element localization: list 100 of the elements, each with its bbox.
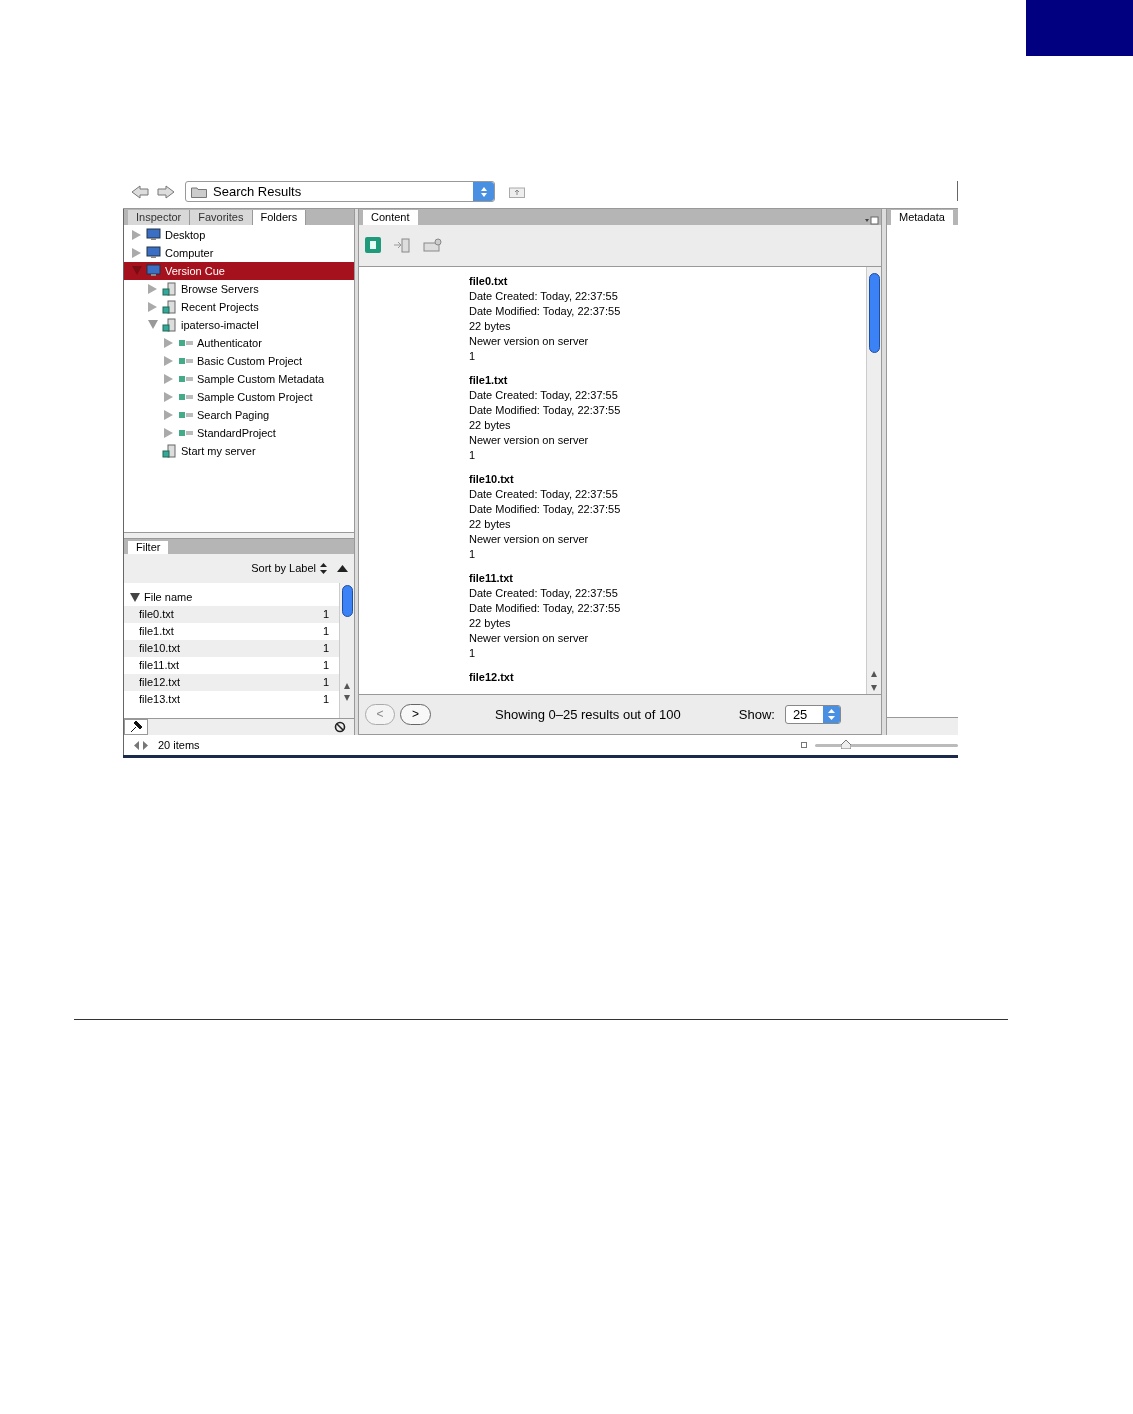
tree-item[interactable]: Browse Servers bbox=[124, 279, 354, 298]
stepper-icon bbox=[320, 562, 327, 574]
content-tab[interactable]: Content bbox=[363, 209, 418, 225]
import-icon[interactable] bbox=[393, 237, 411, 254]
tree-item[interactable]: Start my server bbox=[124, 441, 354, 460]
scroll-up-icon[interactable] bbox=[870, 670, 878, 679]
panel-tab[interactable]: Inspector bbox=[128, 209, 191, 225]
file-detail: 22 bytes bbox=[469, 516, 512, 532]
scroll-up-icon[interactable] bbox=[343, 682, 351, 690]
file-detail: 1 bbox=[469, 348, 477, 364]
panel-tab[interactable]: Favorites bbox=[190, 209, 253, 225]
scrollbar[interactable] bbox=[866, 266, 881, 695]
monitor-icon bbox=[146, 246, 161, 260]
file-detail: 1 bbox=[469, 546, 477, 562]
item-count: 1 bbox=[322, 658, 329, 674]
file-detail: 22 bytes bbox=[469, 318, 512, 334]
item-count: 1 bbox=[322, 641, 329, 657]
folder-up-icon[interactable] bbox=[509, 185, 525, 198]
tree-item[interactable]: Sample Custom Project bbox=[124, 387, 354, 406]
file-detail: Date Modified: Today, 22:37:55 bbox=[469, 303, 622, 319]
file-detail: Newer version on server bbox=[469, 531, 590, 547]
file-detail: Date Created: Today, 22:37:55 bbox=[469, 387, 619, 403]
file-detail: Date Modified: Today, 22:37:55 bbox=[469, 402, 622, 418]
item-count: 1 bbox=[322, 675, 329, 691]
splitter-handle[interactable] bbox=[124, 532, 354, 540]
file-detail: 1 bbox=[469, 447, 477, 463]
item-count: 1 bbox=[322, 624, 329, 640]
project-icon bbox=[178, 409, 194, 420]
filter-item[interactable]: file12.txt bbox=[139, 674, 323, 691]
sort-popup[interactable]: Sort by Label bbox=[251, 560, 327, 577]
tree-item[interactable]: Sample Custom Metadata bbox=[124, 369, 354, 388]
file-detail: Newer version on server bbox=[469, 630, 590, 646]
file-detail: Newer version on server bbox=[469, 333, 590, 349]
file-detail: 22 bytes bbox=[469, 417, 512, 433]
path-popup[interactable]: Search Results bbox=[185, 181, 495, 202]
folder-icon bbox=[191, 185, 207, 198]
item-count: 1 bbox=[322, 607, 329, 623]
no-entry-icon[interactable] bbox=[334, 721, 346, 733]
project-icon bbox=[178, 391, 194, 402]
filter-tab[interactable]: Filter bbox=[128, 540, 169, 554]
scroll-down-icon[interactable] bbox=[343, 694, 351, 702]
tree-item[interactable]: StandardProject bbox=[124, 423, 354, 442]
panel-tab[interactable]: Folders bbox=[252, 209, 307, 225]
small-size-icon bbox=[801, 742, 807, 748]
project-icon bbox=[178, 337, 194, 348]
sort-direction-icon[interactable] bbox=[337, 564, 348, 572]
scroll-thumb[interactable] bbox=[868, 272, 880, 353]
zoom-slider[interactable] bbox=[815, 743, 958, 747]
server-icon bbox=[162, 317, 177, 332]
tree-item[interactable]: Search Paging bbox=[124, 405, 354, 424]
tree-item[interactable]: Version Cue bbox=[124, 261, 354, 280]
server-icon bbox=[162, 443, 177, 458]
page-size-popup[interactable]: 25 bbox=[784, 705, 841, 725]
disclosure-triangle-icon[interactable] bbox=[130, 592, 140, 602]
monitor-icon bbox=[146, 228, 161, 242]
monitor-icon bbox=[146, 264, 161, 278]
document-icon[interactable] bbox=[365, 237, 381, 254]
slider-thumb[interactable] bbox=[841, 739, 852, 749]
drive-icon[interactable] bbox=[423, 238, 443, 253]
tree-item[interactable]: Computer bbox=[124, 243, 354, 262]
tree-item[interactable]: Recent Projects bbox=[124, 297, 354, 316]
tree-item[interactable]: ipaterso-imactel bbox=[124, 315, 354, 334]
resize-arrows-icon[interactable] bbox=[134, 740, 148, 750]
file-detail: Date Created: Today, 22:37:55 bbox=[469, 288, 619, 304]
forward-arrow-icon[interactable] bbox=[157, 184, 175, 199]
tree-item[interactable]: Desktop bbox=[124, 225, 354, 244]
panel-footer bbox=[887, 717, 958, 735]
show-label: Show: bbox=[738, 705, 775, 724]
tree-item[interactable]: Authenticator bbox=[124, 333, 354, 352]
file-detail: Date Created: Today, 22:37:55 bbox=[469, 486, 619, 502]
item-count: 1 bbox=[322, 692, 329, 708]
file-name: file0.txt bbox=[469, 273, 509, 289]
group-header: File name bbox=[144, 590, 193, 606]
next-button[interactable]: > bbox=[400, 704, 431, 726]
file-detail: 22 bytes bbox=[469, 615, 512, 631]
pin-icon[interactable] bbox=[124, 719, 148, 735]
filter-item[interactable]: file10.txt bbox=[139, 640, 323, 657]
project-icon bbox=[178, 427, 194, 438]
view-options-icon[interactable] bbox=[865, 215, 879, 225]
back-arrow-icon[interactable] bbox=[131, 184, 149, 199]
file-detail: Date Modified: Today, 22:37:55 bbox=[469, 600, 622, 616]
metadata-tab[interactable]: Metadata bbox=[891, 210, 953, 225]
file-detail: Date Created: Today, 22:37:55 bbox=[469, 585, 619, 601]
file-name: file12.txt bbox=[469, 669, 515, 685]
stepper-icon[interactable] bbox=[473, 182, 494, 201]
filter-item[interactable]: file1.txt bbox=[139, 623, 323, 640]
file-detail: 1 bbox=[469, 645, 477, 661]
filter-item[interactable]: file11.txt bbox=[139, 657, 323, 674]
file-detail: Date Modified: Today, 22:37:55 bbox=[469, 501, 622, 517]
tree-item[interactable]: Basic Custom Project bbox=[124, 351, 354, 370]
server-icon bbox=[162, 281, 177, 296]
scroll-down-icon[interactable] bbox=[870, 684, 878, 693]
scroll-thumb[interactable] bbox=[341, 584, 353, 617]
scrollbar[interactable] bbox=[339, 582, 354, 718]
filter-item[interactable]: file0.txt bbox=[139, 606, 323, 623]
server-icon bbox=[162, 299, 177, 314]
results-summary: Showing 0–25 results out of 100 bbox=[495, 705, 681, 724]
item-count-label: 20 items bbox=[158, 737, 200, 753]
filter-item[interactable]: file13.txt bbox=[139, 691, 323, 708]
file-name: file10.txt bbox=[469, 471, 515, 487]
